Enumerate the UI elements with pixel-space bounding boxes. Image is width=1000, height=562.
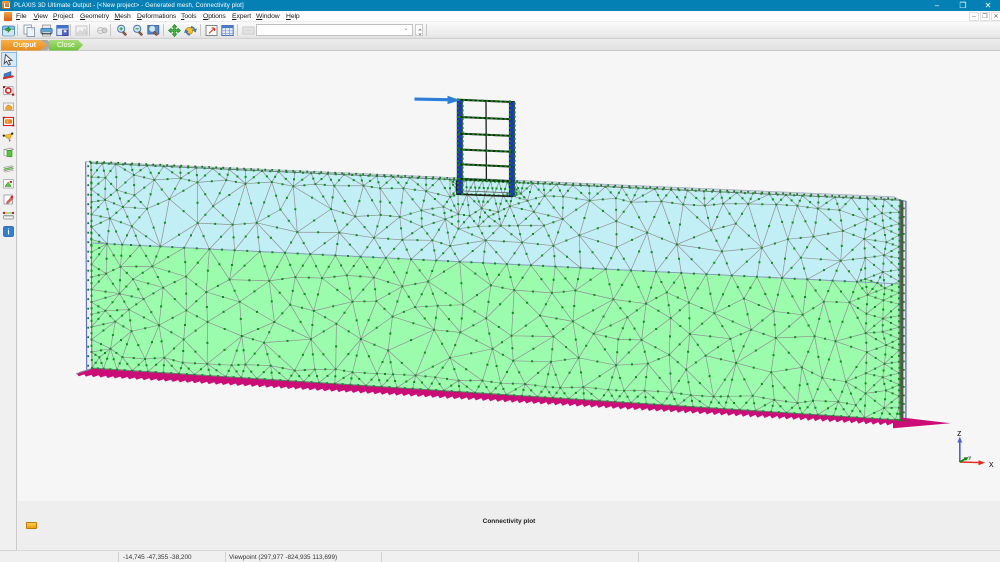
svg-text:y: y bbox=[969, 455, 972, 461]
svg-text:i: i bbox=[7, 226, 9, 236]
svg-text:z: z bbox=[957, 428, 962, 438]
svg-text:x: x bbox=[989, 459, 994, 469]
